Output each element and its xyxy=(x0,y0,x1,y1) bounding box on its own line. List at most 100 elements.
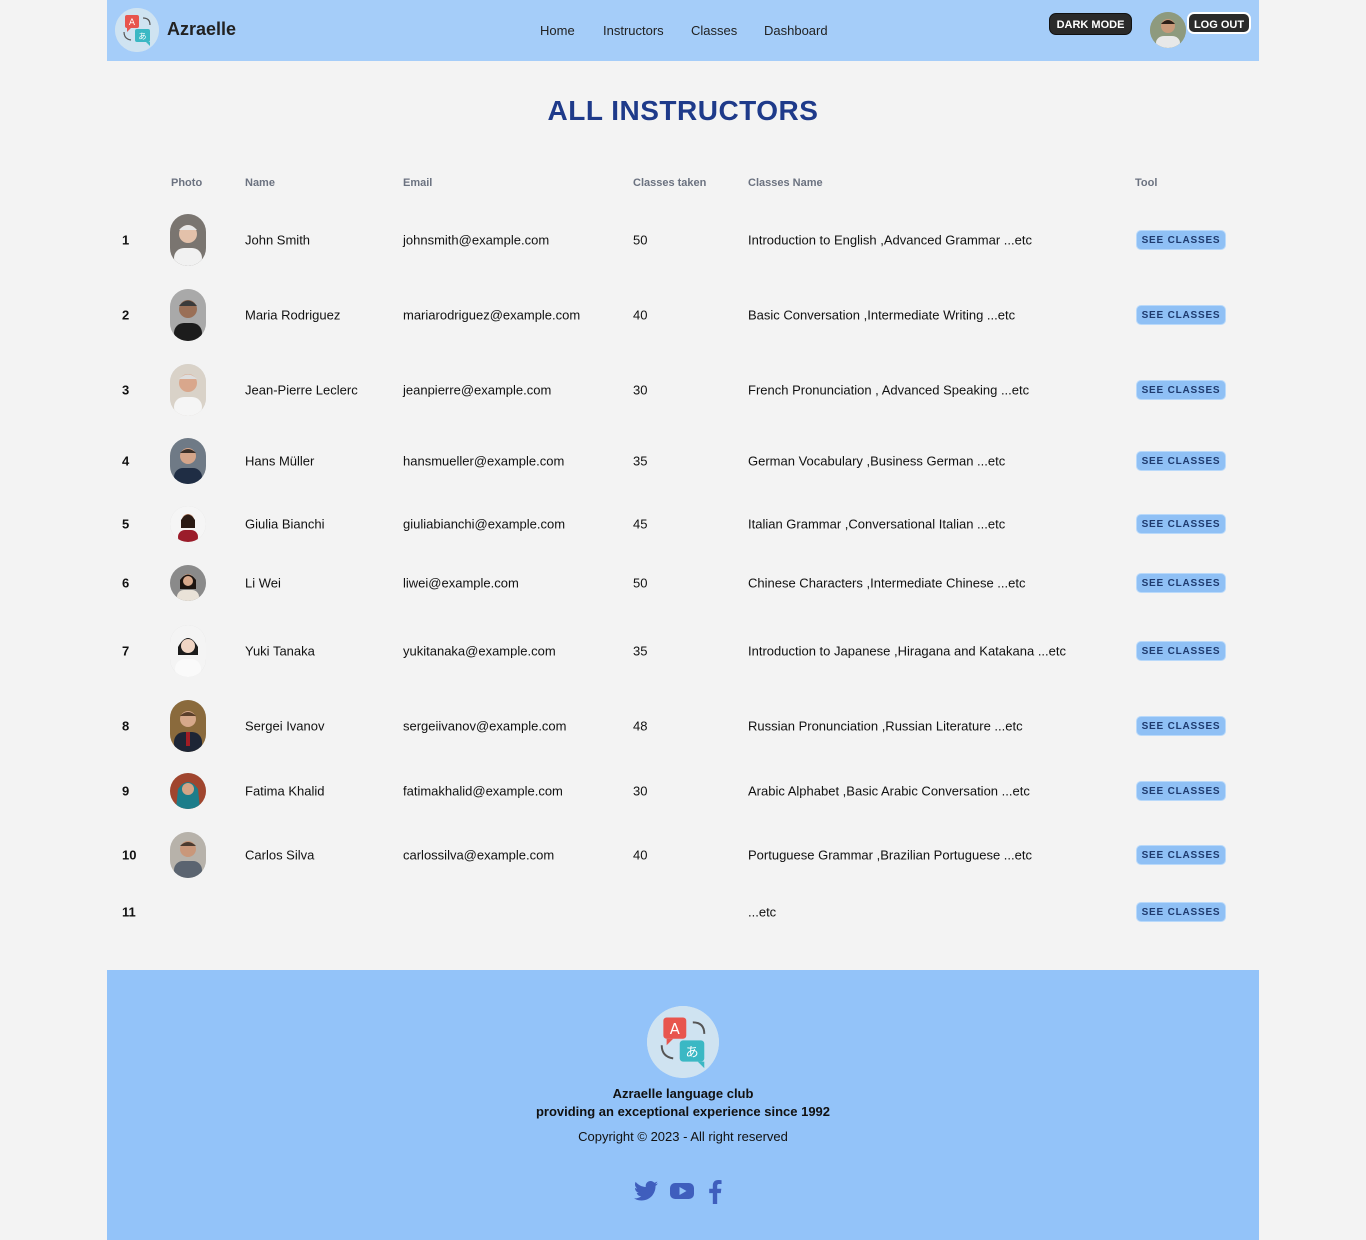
instructor-email: carlossilva@example.com xyxy=(403,847,555,863)
row-number: 10 xyxy=(122,847,137,863)
classes-taken: 50 xyxy=(633,232,648,248)
classes-taken: 45 xyxy=(633,516,648,532)
column-header-name: Name xyxy=(245,177,275,189)
svg-text:A: A xyxy=(670,1021,680,1038)
see-classes-button[interactable]: SEE CLASSES xyxy=(1136,781,1226,801)
row-number: 6 xyxy=(122,575,130,591)
instructor-name: Hans Müller xyxy=(245,453,315,469)
see-classes-button[interactable]: SEE CLASSES xyxy=(1136,902,1226,922)
classes-name: Portuguese Grammar ,Brazilian Portuguese… xyxy=(748,847,1032,863)
row-number: 8 xyxy=(122,718,130,734)
brand-name[interactable]: Azraelle xyxy=(167,19,236,40)
see-classes-button[interactable]: SEE CLASSES xyxy=(1136,845,1226,865)
see-classes-button[interactable]: SEE CLASSES xyxy=(1136,514,1226,534)
classes-taken: 40 xyxy=(633,847,648,863)
user-avatar[interactable] xyxy=(1150,12,1186,48)
classes-taken: 40 xyxy=(633,307,648,323)
column-header-tool: Tool xyxy=(1135,177,1158,189)
classes-name: Italian Grammar ,Conversational Italian … xyxy=(748,516,1006,532)
instructor-photo xyxy=(170,625,206,677)
instructor-name: Fatima Khalid xyxy=(245,783,325,799)
instructor-name: Carlos Silva xyxy=(245,847,315,863)
column-header-classes-taken: Classes taken xyxy=(633,177,707,189)
instructor-email: liwei@example.com xyxy=(403,575,519,591)
see-classes-button[interactable]: SEE CLASSES xyxy=(1136,641,1226,661)
youtube-icon[interactable] xyxy=(670,1180,696,1204)
classes-name: Introduction to Japanese ,Hiragana and K… xyxy=(748,643,1066,659)
row-number: 1 xyxy=(122,232,130,248)
classes-name: Russian Pronunciation ,Russian Literatur… xyxy=(748,718,1023,734)
classes-name: German Vocabulary ,Business German ...et… xyxy=(748,453,1006,469)
twitter-icon[interactable] xyxy=(634,1180,660,1204)
row-number: 2 xyxy=(122,307,130,323)
footer-club-name: Azraelle language club xyxy=(612,1086,754,1101)
classes-taken: 35 xyxy=(633,643,648,659)
classes-taken: 30 xyxy=(633,382,648,398)
facebook-icon[interactable] xyxy=(708,1180,734,1204)
see-classes-button[interactable]: SEE CLASSES xyxy=(1136,305,1226,325)
instructor-email: jeanpierre@example.com xyxy=(403,382,552,398)
classes-taken: 30 xyxy=(633,783,648,799)
instructor-name: Yuki Tanaka xyxy=(245,643,315,659)
page: A あ Azraelle Home Instructors Classes Da… xyxy=(107,0,1259,1240)
nav-link-instructors[interactable]: Instructors xyxy=(603,23,664,38)
instructor-name: Sergei Ivanov xyxy=(245,718,325,734)
instructor-photo xyxy=(170,700,206,752)
instructor-email: sergeiivanov@example.com xyxy=(403,718,567,734)
instructor-name: Li Wei xyxy=(245,575,281,591)
classes-name: Chinese Characters ,Intermediate Chinese… xyxy=(748,575,1026,591)
instructor-photo xyxy=(170,832,206,878)
see-classes-button[interactable]: SEE CLASSES xyxy=(1136,573,1226,593)
column-header-photo: Photo xyxy=(171,177,203,189)
instructor-email: johnsmith@example.com xyxy=(403,232,550,248)
instructor-photo xyxy=(170,565,206,601)
footer: A あ Azraelle language club providing an … xyxy=(107,970,1259,1240)
row-number: 4 xyxy=(122,453,130,469)
see-classes-button[interactable]: SEE CLASSES xyxy=(1136,230,1226,250)
nav-link-home[interactable]: Home xyxy=(540,23,575,38)
instructor-email: mariarodriguez@example.com xyxy=(403,307,581,323)
classes-name: Introduction to English ,Advanced Gramma… xyxy=(748,232,1032,248)
dark-mode-button[interactable]: DARK MODE xyxy=(1049,13,1132,35)
instructor-name: John Smith xyxy=(245,232,311,248)
page-title: ALL INSTRUCTORS xyxy=(547,95,819,126)
navbar: A あ Azraelle Home Instructors Classes Da… xyxy=(107,0,1259,61)
nav-link-dashboard[interactable]: Dashboard xyxy=(764,23,828,38)
classes-name: Basic Conversation ,Intermediate Writing… xyxy=(748,307,1016,323)
column-header-email: Email xyxy=(403,177,433,189)
footer-copyright: Copyright © 2023 - All right reserved xyxy=(578,1129,788,1144)
nav-link-classes[interactable]: Classes xyxy=(691,23,737,38)
instructor-photo xyxy=(170,773,206,809)
instructor-email: fatimakhalid@example.com xyxy=(403,783,563,799)
classes-taken: 48 xyxy=(633,718,648,734)
see-classes-button[interactable]: SEE CLASSES xyxy=(1136,716,1226,736)
svg-text:A: A xyxy=(129,18,136,28)
instructor-email: yukitanaka@example.com xyxy=(403,643,556,659)
classes-name: French Pronunciation , Advanced Speaking… xyxy=(748,382,1030,398)
row-number: 3 xyxy=(122,382,130,398)
column-header-classes-name: Classes Name xyxy=(748,177,823,189)
classes-taken: 50 xyxy=(633,575,648,591)
row-number: 11 xyxy=(122,904,136,920)
see-classes-button[interactable]: SEE CLASSES xyxy=(1136,380,1226,400)
classes-name: Arabic Alphabet ,Basic Arabic Conversati… xyxy=(748,783,1030,799)
instructor-photo xyxy=(170,506,206,542)
logout-button[interactable]: LOG OUT xyxy=(1187,12,1251,34)
svg-text:あ: あ xyxy=(139,32,147,41)
see-classes-button[interactable]: SEE CLASSES xyxy=(1136,451,1226,471)
brand-logo-icon[interactable]: A あ xyxy=(115,8,159,52)
instructor-photo xyxy=(170,214,206,266)
svg-text:あ: あ xyxy=(685,1045,698,1061)
row-number: 5 xyxy=(122,516,130,532)
row-number: 7 xyxy=(122,643,130,659)
instructor-email: hansmueller@example.com xyxy=(403,453,565,469)
instructor-photo xyxy=(170,289,206,341)
instructor-name: Giulia Bianchi xyxy=(245,516,325,532)
footer-tagline: providing an exceptional experience sinc… xyxy=(535,1104,831,1119)
instructor-photo xyxy=(170,364,206,416)
instructor-photo xyxy=(170,438,206,484)
row-number: 9 xyxy=(122,783,130,799)
instructor-name: Jean-Pierre Leclerc xyxy=(245,382,358,398)
classes-taken: 35 xyxy=(633,453,648,469)
classes-name: ...etc xyxy=(748,904,777,920)
